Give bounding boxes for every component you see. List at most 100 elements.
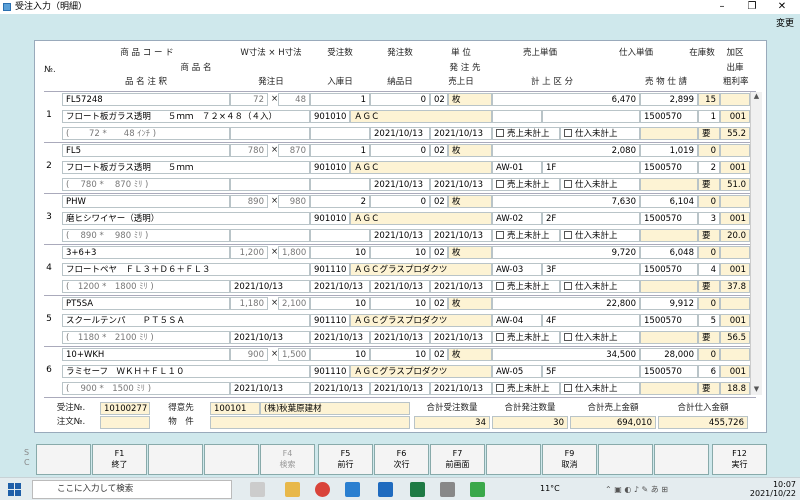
in-date-field[interactable]: 2021/10/13 — [310, 331, 370, 344]
po-date-field[interactable]: 2021/10/13 — [230, 382, 310, 395]
checkbox-icon[interactable] — [564, 384, 572, 392]
fkey-f5-button[interactable]: F5 前行 — [318, 444, 373, 475]
note-field[interactable]: ( 1180 * 2100 ﾐﾘ ) — [62, 331, 230, 344]
product-name-field[interactable]: フロートペヤ ＦＬ３＋Ｄ６＋ＦＬ３ — [62, 263, 310, 276]
fkey-f1-button[interactable]: F1 終了 — [92, 444, 147, 475]
window-code-field[interactable]: AW-01 — [492, 161, 542, 174]
floor-field[interactable]: 3F — [542, 263, 640, 276]
width-field[interactable]: 900 — [230, 348, 268, 361]
height-field[interactable]: 1,500 — [278, 348, 310, 361]
width-field[interactable]: 72 — [230, 93, 268, 106]
delivery-no-field[interactable]: 1500570 — [640, 110, 698, 123]
sale-date-field[interactable]: 2021/10/13 — [430, 331, 492, 344]
po-qty-field[interactable]: 10 — [370, 297, 430, 310]
order-qty-field[interactable]: 1 — [310, 144, 370, 157]
sell-price-field[interactable]: 7,630 — [492, 195, 640, 208]
tray-icons[interactable]: ⌃ ▣ ◐ ♪ ✎ あ ⊞ — [605, 484, 668, 495]
supplier-code-field[interactable]: 901010 — [310, 110, 350, 123]
checkbox-icon[interactable] — [564, 333, 572, 341]
po-date-field[interactable]: 2021/10/13 — [230, 331, 310, 344]
window-code-field[interactable]: AW-04 — [492, 314, 542, 327]
height-field[interactable]: 870 — [278, 144, 310, 157]
due-date-field[interactable]: 2021/10/13 — [370, 382, 430, 395]
supplier-code-field[interactable]: 901010 — [310, 161, 350, 174]
po-date-field[interactable]: 2021/10/13 — [230, 280, 310, 293]
width-field[interactable]: 1,200 — [230, 246, 268, 259]
fkey-f7-button[interactable]: F7 前画面 — [430, 444, 485, 475]
height-field[interactable]: 980 — [278, 195, 310, 208]
minimize-button[interactable]: – — [710, 0, 734, 14]
kubun-field[interactable]: 4 — [698, 263, 720, 276]
po-qty-field[interactable]: 0 — [370, 195, 430, 208]
checkbox-icon[interactable] — [496, 231, 504, 239]
product-code-field[interactable]: PHW — [62, 195, 230, 208]
order-qty-field[interactable]: 10 — [310, 348, 370, 361]
checkbox-icon[interactable] — [496, 282, 504, 290]
cost-price-field[interactable]: 6,048 — [640, 246, 698, 259]
purchase-unposted-checkbox[interactable]: 仕入未計上 — [560, 229, 640, 242]
order-qty-field[interactable]: 1 — [310, 93, 370, 106]
width-field[interactable]: 1,180 — [230, 297, 268, 310]
checkbox-icon[interactable] — [496, 180, 504, 188]
delivery-no-field[interactable]: 1500570 — [640, 161, 698, 174]
sale-date-field[interactable]: 2021/10/13 — [430, 127, 492, 140]
outlook-icon[interactable] — [378, 482, 393, 497]
floor-field[interactable]: 1F — [542, 161, 640, 174]
app-icon-2[interactable] — [440, 482, 455, 497]
due-date-field[interactable]: 2021/10/13 — [370, 178, 430, 191]
sales-unposted-checkbox[interactable]: 売上未計上 — [492, 382, 560, 395]
delivery-no-field[interactable]: 1500570 — [640, 314, 698, 327]
note-field[interactable]: ( 1200 * 1800 ﾐﾘ ) — [62, 280, 230, 293]
in-date-field[interactable] — [310, 178, 370, 191]
taskbar-search-input[interactable]: ここに入力して検索 — [32, 480, 232, 499]
sell-price-field[interactable]: 9,720 — [492, 246, 640, 259]
checkbox-icon[interactable] — [564, 180, 572, 188]
supplier-code-field[interactable]: 901110 — [310, 263, 350, 276]
kubun-field[interactable]: 6 — [698, 365, 720, 378]
kubun-field[interactable]: 5 — [698, 314, 720, 327]
supplier-code-field[interactable]: 901110 — [310, 314, 350, 327]
product-name-field[interactable]: 磨ヒシワイヤー（透明） — [62, 212, 310, 225]
sale-date-field[interactable]: 2021/10/13 — [430, 280, 492, 293]
po-qty-field[interactable]: 10 — [370, 246, 430, 259]
checkbox-icon[interactable] — [496, 129, 504, 137]
unit-code-field[interactable]: 02 — [430, 348, 448, 361]
note-field[interactable]: ( 890 * 980 ﾐﾘ ) — [62, 229, 230, 242]
unit-code-field[interactable]: 02 — [430, 195, 448, 208]
maximize-button[interactable]: ❐ — [740, 0, 764, 14]
po-qty-field[interactable]: 10 — [370, 348, 430, 361]
unit-code-field[interactable]: 02 — [430, 93, 448, 106]
sale-date-field[interactable]: 2021/10/13 — [430, 178, 492, 191]
in-date-field[interactable] — [310, 127, 370, 140]
checkbox-icon[interactable] — [564, 282, 572, 290]
edge-icon[interactable] — [345, 482, 360, 497]
fkey-f9-button[interactable]: F9 取消 — [542, 444, 597, 475]
menu-item-change[interactable]: 変更 — [776, 16, 794, 29]
window-code-field[interactable]: AW-02 — [492, 212, 542, 225]
window-code-field[interactable]: AW-03 — [492, 263, 542, 276]
po-date-field[interactable] — [230, 127, 310, 140]
close-button[interactable]: ✕ — [770, 0, 794, 14]
delivery-no-field[interactable]: 1500570 — [640, 365, 698, 378]
product-name-field[interactable]: フロート板ガラス透明 ５ｍｍ ７２×４８（４入） — [62, 110, 310, 123]
po-qty-field[interactable]: 0 — [370, 93, 430, 106]
sales-unposted-checkbox[interactable]: 売上未計上 — [492, 229, 560, 242]
floor-field[interactable]: 4F — [542, 314, 640, 327]
delivery-no-field[interactable]: 1500570 — [640, 212, 698, 225]
note-field[interactable]: ( 900 * 1500 ﾐﾘ ) — [62, 382, 230, 395]
note-field[interactable]: ( 780 * 870 ﾐﾘ ) — [62, 178, 230, 191]
kubun-field[interactable]: 3 — [698, 212, 720, 225]
scroll-up-icon[interactable]: ▲ — [751, 92, 762, 102]
sales-unposted-checkbox[interactable]: 売上未計上 — [492, 127, 560, 140]
width-field[interactable]: 890 — [230, 195, 268, 208]
supplier-code-field[interactable]: 901110 — [310, 365, 350, 378]
windows-start-icon[interactable] — [8, 483, 21, 496]
checkbox-icon[interactable] — [564, 231, 572, 239]
product-code-field[interactable]: FL5 — [62, 144, 230, 157]
fkey-f6-button[interactable]: F6 次行 — [374, 444, 429, 475]
floor-field[interactable]: 2F — [542, 212, 640, 225]
delivery-no-field[interactable]: 1500570 — [640, 263, 698, 276]
product-code-field[interactable]: 10+WKH — [62, 348, 230, 361]
purchase-unposted-checkbox[interactable]: 仕入未計上 — [560, 382, 640, 395]
window-code-field[interactable] — [492, 110, 542, 123]
